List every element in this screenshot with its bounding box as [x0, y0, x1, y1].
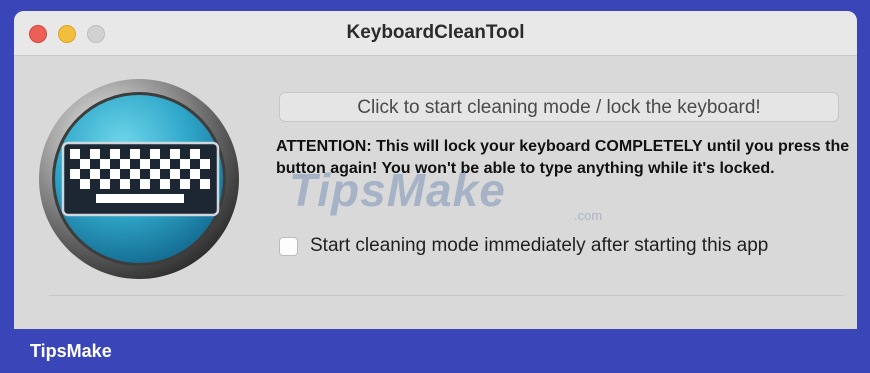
keyboard-key-square — [90, 169, 100, 179]
keyboard-key-square — [90, 149, 100, 159]
keyboard-key-square — [80, 179, 90, 189]
keyboard-key-square — [170, 149, 180, 159]
keyboard-key-square — [150, 149, 160, 159]
keyboard-key-square — [150, 169, 160, 179]
window-title: KeyboardCleanTool — [346, 22, 525, 43]
title-bar: KeyboardCleanTool — [14, 11, 857, 56]
app-window: KeyboardCleanTool TipsMake .com Click to… — [14, 11, 857, 329]
start-immediately-option[interactable]: Start cleaning mode immediately after st… — [279, 233, 768, 259]
divider — [49, 295, 844, 296]
start-immediately-checkbox[interactable] — [279, 236, 298, 256]
keyboard-key-square — [100, 179, 110, 189]
keyboard-key-square — [200, 159, 210, 169]
keyboard-key-square — [110, 149, 120, 159]
keyboard-key-square — [110, 169, 120, 179]
page-frame: KeyboardCleanTool TipsMake .com Click to… — [0, 0, 870, 373]
keyboard-key-square — [160, 179, 170, 189]
keyboard-key-square — [180, 159, 190, 169]
footer-brand: TipsMake — [30, 341, 112, 361]
keyboard-key-square — [170, 169, 180, 179]
start-immediately-label: Start cleaning mode immediately after st… — [310, 235, 769, 256]
keyboard-key-square — [140, 179, 150, 189]
keyboard-key-square — [70, 169, 80, 179]
keyboard-key-square — [190, 149, 200, 159]
keyboard-key-square — [140, 159, 150, 169]
keyboard-key-square — [120, 179, 130, 189]
keyboard-key-square — [180, 179, 190, 189]
keyboard-key-square — [200, 179, 210, 189]
keyboard-key-square — [130, 169, 140, 179]
keyboard-key-square — [190, 169, 200, 179]
keyboard-icon — [39, 79, 239, 279]
watermark-suffix: .com — [574, 208, 603, 223]
keyboard-key-square — [120, 159, 130, 169]
keyboard-key-square — [70, 149, 80, 159]
start-cleaning-button[interactable]: Click to start cleaning mode / lock the … — [279, 92, 839, 122]
keyboard-key-square — [100, 159, 110, 169]
keyboard-key-square — [160, 159, 170, 169]
keyboard-key-square — [130, 149, 140, 159]
keyboard-key-square — [80, 159, 90, 169]
attention-warning-text: ATTENTION: This will lock your keyboard … — [276, 138, 850, 177]
